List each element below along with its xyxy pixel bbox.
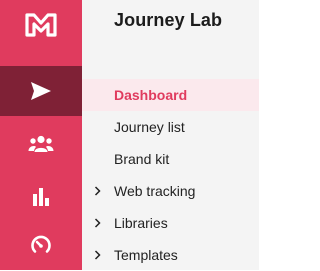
nav-item-dashboard[interactable]: Dashboard bbox=[82, 79, 259, 111]
gauge-icon bbox=[31, 235, 51, 253]
nav-list: Dashboard Journey list Brand kit Web tra… bbox=[82, 79, 259, 271]
nav-item-templates[interactable]: Templates bbox=[82, 239, 259, 271]
bar-chart-icon bbox=[33, 188, 49, 206]
nav-item-journey-list[interactable]: Journey list bbox=[82, 111, 259, 143]
chevron-right-icon[interactable] bbox=[94, 250, 101, 260]
app-title: Journey Lab bbox=[114, 10, 223, 30]
nav-item-label: Dashboard bbox=[114, 87, 188, 103]
chevron-right-icon[interactable] bbox=[94, 186, 101, 196]
nav-item-label: Templates bbox=[114, 247, 178, 263]
nav-panel: Journey Lab Dashboard Journey list Brand… bbox=[82, 0, 259, 270]
icon-rail bbox=[0, 0, 82, 270]
nav-item-brand-kit[interactable]: Brand kit bbox=[82, 143, 259, 175]
nav-item-label: Journey list bbox=[114, 119, 185, 135]
send-icon bbox=[31, 82, 51, 100]
rail-item-performance[interactable] bbox=[0, 220, 82, 270]
nav-item-web-tracking[interactable]: Web tracking bbox=[82, 175, 259, 207]
rail-item-journeys[interactable] bbox=[0, 66, 82, 116]
rail-item-analytics[interactable] bbox=[0, 171, 82, 221]
logo-icon bbox=[25, 13, 57, 37]
nav-item-libraries[interactable]: Libraries bbox=[82, 207, 259, 239]
nav-item-label: Libraries bbox=[114, 215, 168, 231]
chevron-right-icon[interactable] bbox=[94, 218, 101, 228]
rail-item-audience[interactable] bbox=[0, 119, 82, 169]
app-logo[interactable] bbox=[0, 0, 82, 50]
users-icon bbox=[28, 135, 54, 152]
nav-item-label: Web tracking bbox=[114, 183, 196, 199]
nav-item-label: Brand kit bbox=[114, 151, 170, 167]
